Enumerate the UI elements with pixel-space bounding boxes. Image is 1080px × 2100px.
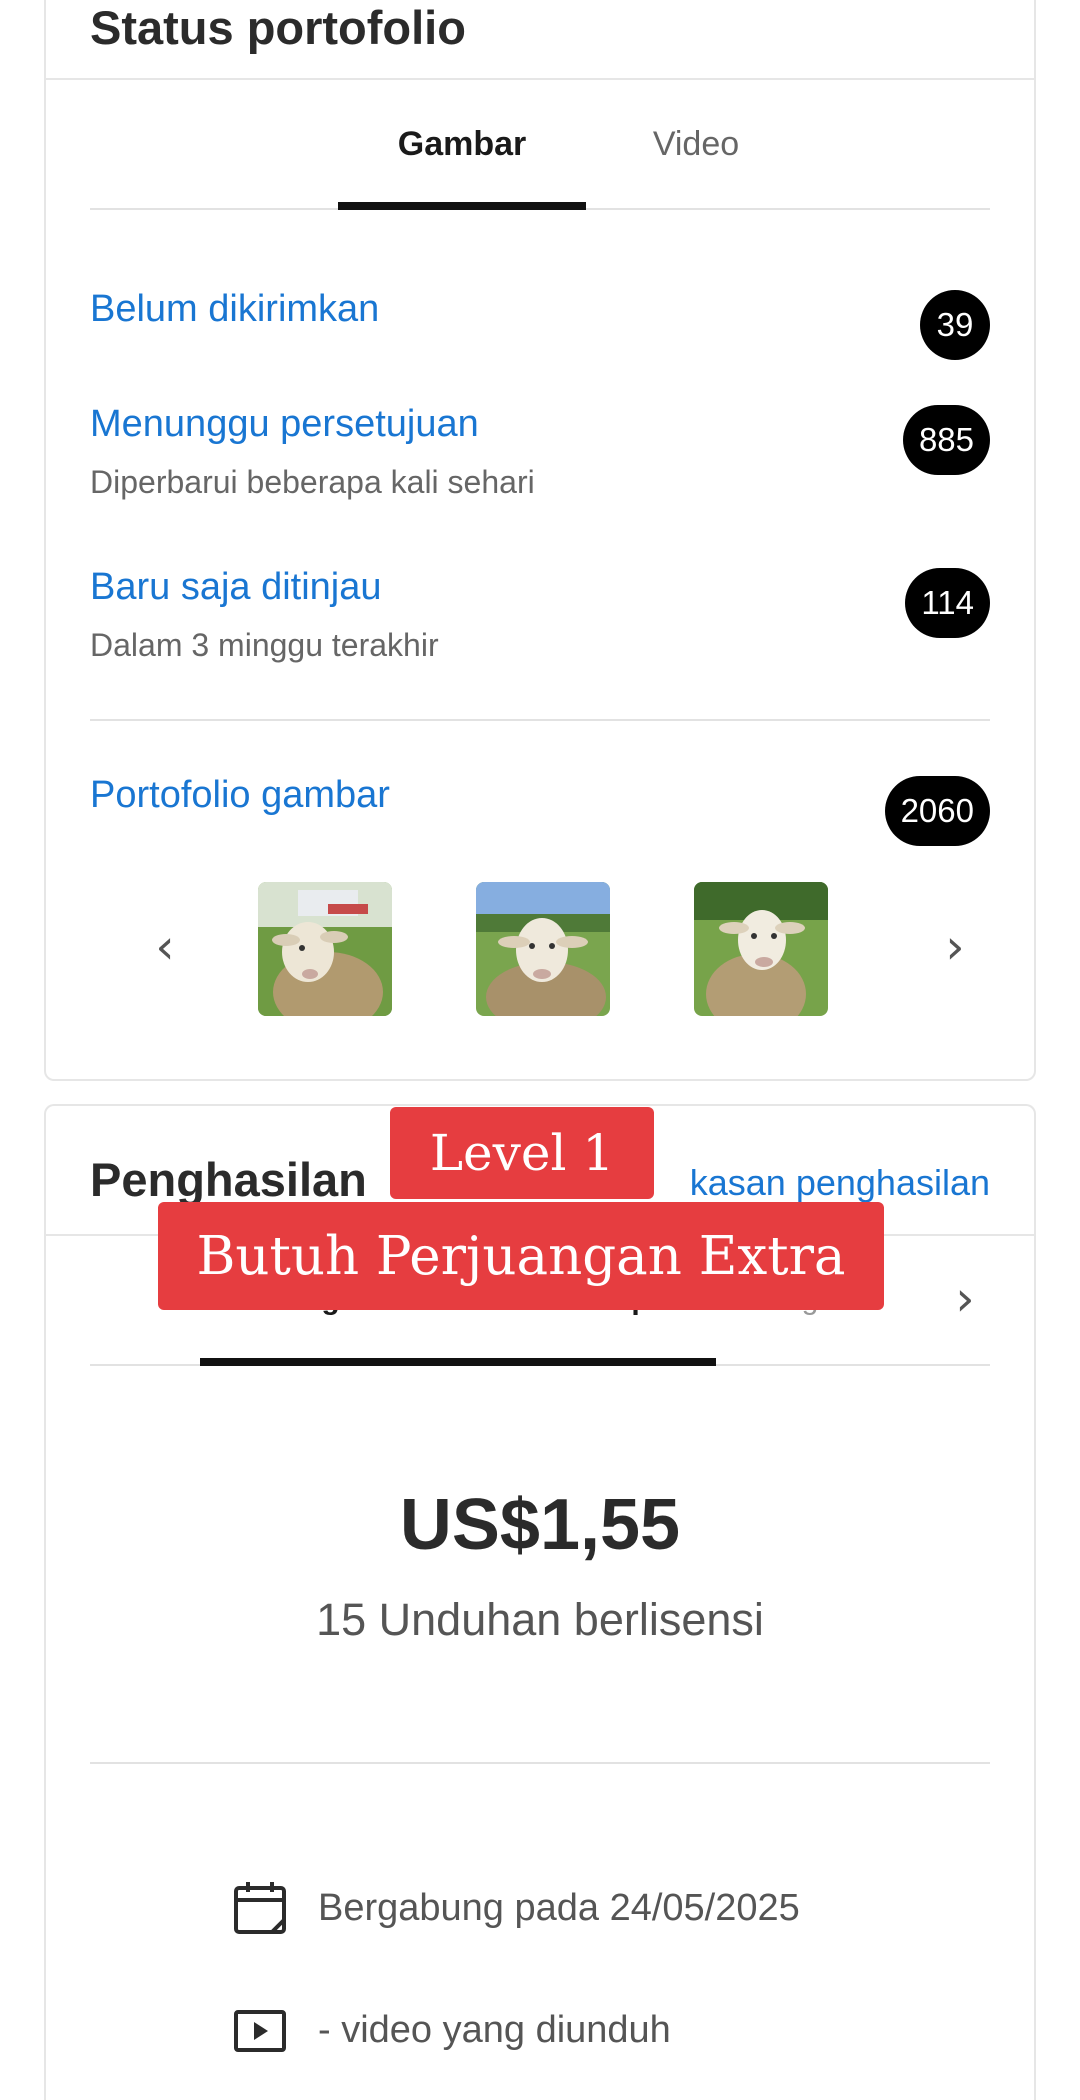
sheep-photo-3	[694, 882, 828, 1016]
earnings-summary-link[interactable]: kasan penghasilan	[690, 1162, 990, 1204]
row-label: Belum dikirimkan	[90, 288, 380, 330]
thumbnail-carousel: ‹ ›	[46, 882, 1034, 1017]
status-row-recently-reviewed[interactable]: Baru saja ditinjau Dalam 3 minggu terakh…	[90, 566, 990, 664]
chevron-left-icon[interactable]: ‹	[140, 919, 190, 975]
status-row-not-submitted[interactable]: Belum dikirimkan 39	[90, 288, 990, 360]
tab-gambar[interactable]: Gambar	[338, 80, 586, 208]
row-label: Menunggu persetujuan	[90, 403, 479, 445]
count-badge: 885	[902, 405, 990, 475]
joined-date-row: Bergabung pada 24/05/2025	[232, 1880, 800, 1936]
sheep-thumbnail-1[interactable]	[258, 882, 392, 1016]
count-badge: 114	[905, 568, 990, 638]
sheep-photo-1	[258, 882, 392, 1016]
overlay-caption-subtitle: Butuh Perjuangan Extra	[158, 1202, 884, 1310]
row-label: Baru saja ditinjau	[90, 566, 382, 608]
videos-downloaded-text: - video yang diunduh	[318, 2008, 671, 2051]
calendar-icon	[234, 1882, 286, 1934]
page: Status portofolio Gambar Video Belum dik…	[0, 0, 1080, 2100]
licensed-downloads: 15 Unduhan berlisensi	[316, 1594, 764, 1645]
tab-video[interactable]: Video	[586, 80, 806, 208]
overlay-caption-level: Level 1	[390, 1107, 654, 1199]
portfolio-tabs: Gambar Video	[90, 80, 990, 210]
portfolio-status-title: Status portofolio	[90, 1, 466, 54]
chevron-right-icon[interactable]: ›	[940, 1271, 990, 1327]
joined-date-text: Bergabung pada 24/05/2025	[318, 1886, 800, 1929]
count-badge: 39	[920, 290, 990, 360]
active-tab-indicator	[338, 202, 586, 210]
earnings-amount: US$1,55	[399, 1485, 681, 1565]
row-subtitle: Dalam 3 minggu terakhir	[90, 627, 439, 663]
count-badge: 2060	[884, 776, 990, 846]
video-play-icon	[234, 2010, 286, 2052]
row-subtitle: Diperbarui beberapa kali sehari	[90, 464, 535, 500]
earnings-title: Penghasilan	[90, 1153, 367, 1206]
image-portfolio-row[interactable]: Portofolio gambar 2060	[90, 774, 990, 846]
active-tab-indicator	[200, 1358, 716, 1366]
chevron-right-icon[interactable]: ›	[930, 919, 980, 975]
sheep-thumbnail-3[interactable]	[694, 882, 828, 1016]
row-label: Portofolio gambar	[90, 774, 390, 816]
section-divider	[90, 1762, 990, 1764]
portfolio-status-card: Status portofolio Gambar Video Belum dik…	[44, 0, 1036, 1081]
status-row-pending[interactable]: Menunggu persetujuan Diperbarui beberapa…	[90, 403, 990, 501]
videos-downloaded-row: - video yang diunduh	[232, 2002, 671, 2058]
section-divider	[90, 719, 990, 721]
sheep-thumbnail-2[interactable]	[476, 882, 610, 1016]
sheep-photo-2	[476, 882, 610, 1016]
